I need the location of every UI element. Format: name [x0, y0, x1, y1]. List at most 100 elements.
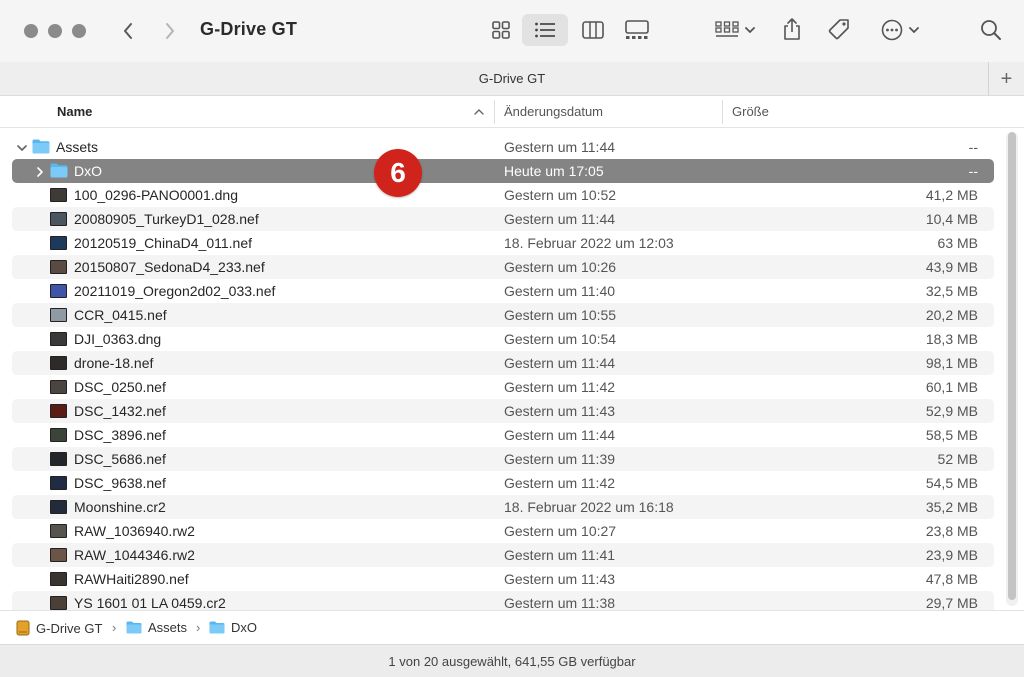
scrollbar-thumb[interactable]: [1008, 132, 1016, 600]
folder-icon: [209, 621, 225, 634]
column-divider[interactable]: [722, 100, 723, 124]
path-bar: G-Drive GT › Assets › DxO: [0, 610, 1024, 644]
file-size: 43,9 MB: [925, 259, 978, 275]
back-button[interactable]: [116, 18, 140, 44]
file-row[interactable]: DSC_5686.nef Gestern um 11:39 52 MB: [12, 447, 994, 471]
list-view-button[interactable]: [522, 14, 568, 46]
disclosure-collapsed-icon[interactable]: [34, 165, 46, 177]
chevron-down-icon: [909, 27, 919, 34]
search-button[interactable]: [974, 14, 1008, 46]
file-row[interactable]: drone-18.nef Gestern um 11:44 98,1 MB: [12, 351, 994, 375]
file-size: 54,5 MB: [925, 475, 978, 491]
icon-view-button[interactable]: [484, 14, 518, 46]
file-row[interactable]: 20211019_Oregon2d02_033.nef Gestern um 11…: [12, 279, 994, 303]
file-row[interactable]: DSC_3896.nef Gestern um 11:44 58,5 MB: [12, 423, 994, 447]
file-date: Gestern um 11:39: [504, 451, 616, 467]
new-tab-button[interactable]: +: [988, 62, 1024, 96]
column-view-button[interactable]: [576, 14, 610, 46]
file-name: 100_0296-PANO0001.dng: [74, 187, 238, 203]
file-row[interactable]: DSC_9638.nef Gestern um 11:42 54,5 MB: [12, 471, 994, 495]
file-size: 98,1 MB: [925, 355, 978, 371]
group-by-button[interactable]: [710, 14, 760, 46]
file-name: drone-18.nef: [74, 355, 154, 371]
file-name: DxO: [74, 163, 102, 179]
path-separator: ›: [112, 620, 117, 635]
vertical-scrollbar[interactable]: [1006, 132, 1018, 606]
file-date: 18. Februar 2022 um 12:03: [504, 235, 674, 251]
column-divider[interactable]: [494, 100, 495, 124]
file-size: 58,5 MB: [925, 427, 978, 443]
image-thumbnail-icon: [50, 476, 67, 490]
file-date: Gestern um 11:41: [504, 547, 616, 563]
close-window-button[interactable]: [24, 24, 38, 38]
file-name: DSC_5686.nef: [74, 451, 166, 467]
image-thumbnail-icon: [50, 380, 67, 394]
file-name: DJI_0363.dng: [74, 331, 162, 347]
file-date: Gestern um 11:44: [504, 139, 616, 155]
file-row[interactable]: RAWHaiti2890.nef Gestern um 11:43 47,8 MB: [12, 567, 994, 591]
forward-button[interactable]: [158, 18, 182, 44]
column-date-header[interactable]: Änderungsdatum: [504, 104, 603, 119]
file-row[interactable]: YS 1601 01 LA 0459.cr2 Gestern um 11:38 29…: [12, 591, 994, 610]
share-button[interactable]: [776, 12, 808, 46]
finder-window: G-Drive GT G-Drive GT + Name Änderungsda…: [0, 0, 1024, 677]
file-size: 23,8 MB: [925, 523, 978, 539]
file-name: 20150807_SedonaD4_233.nef: [74, 259, 265, 275]
file-row[interactable]: 20080905_TurkeyD1_028.nef Gestern um 11:4…: [12, 207, 994, 231]
column-name-header[interactable]: Name: [57, 104, 92, 119]
image-thumbnail-icon: [50, 428, 67, 442]
folder-row[interactable]: Assets Gestern um 11:44 --: [12, 135, 994, 159]
image-thumbnail-icon: [50, 524, 67, 538]
file-name: Assets: [56, 139, 99, 155]
file-row[interactable]: DJI_0363.dng Gestern um 10:54 18,3 MB: [12, 327, 994, 351]
image-thumbnail-icon: [50, 548, 67, 562]
image-thumbnail-icon: [50, 236, 67, 250]
column-size-header[interactable]: Größe: [732, 104, 769, 119]
zoom-window-button[interactable]: [72, 24, 86, 38]
path-item-g-drive-gt[interactable]: G-Drive GT: [16, 620, 102, 636]
file-date: Gestern um 11:38: [504, 595, 616, 610]
file-date: Gestern um 10:26: [504, 259, 617, 275]
share-icon: [784, 18, 800, 40]
file-row[interactable]: CCR_0415.nef Gestern um 10:55 20,2 MB: [12, 303, 994, 327]
tag-button[interactable]: [822, 14, 856, 46]
image-thumbnail-icon: [50, 356, 67, 370]
folder-icon: [50, 163, 68, 178]
annotation-badge: 6: [374, 149, 422, 197]
search-icon: [981, 20, 1001, 40]
file-date: Gestern um 11:40: [504, 283, 616, 299]
image-thumbnail-icon: [50, 188, 67, 202]
column-header: Name Änderungsdatum Größe: [0, 96, 1024, 128]
disclosure-expanded-icon[interactable]: [16, 141, 28, 153]
file-row[interactable]: DSC_1432.nef Gestern um 11:43 52,9 MB: [12, 399, 994, 423]
window-title: G-Drive GT: [200, 19, 298, 39]
file-row[interactable]: DSC_0250.nef Gestern um 11:42 60,1 MB: [12, 375, 994, 399]
tab-bar: G-Drive GT +: [0, 62, 1024, 96]
file-row[interactable]: RAW_1044346.rw2 Gestern um 11:41 23,9 MB: [12, 543, 994, 567]
file-date: Gestern um 11:42: [504, 475, 616, 491]
file-row[interactable]: 20150807_SedonaD4_233.nef Gestern um 10:2…: [12, 255, 994, 279]
path-item-assets[interactable]: Assets: [126, 620, 187, 635]
path-item-dxo[interactable]: DxO: [209, 620, 257, 635]
file-row[interactable]: 100_0296-PANO0001.dng Gestern um 10:52 41,…: [12, 183, 994, 207]
file-size: 23,9 MB: [925, 547, 978, 563]
image-thumbnail-icon: [50, 308, 67, 322]
folder-row[interactable]: DxO Heute um 17:05 --: [12, 159, 994, 183]
file-name: YS 1601 01 LA 0459.cr2: [74, 595, 226, 610]
file-name: DSC_1432.nef: [74, 403, 166, 419]
gallery-view-button[interactable]: [620, 14, 654, 46]
file-name: DSC_9638.nef: [74, 475, 166, 491]
file-size: 60,1 MB: [925, 379, 978, 395]
file-row[interactable]: 20120519_ChinaD4_011.nef 18. Februar 2022…: [12, 231, 994, 255]
file-row[interactable]: RAW_1036940.rw2 Gestern um 10:27 23,8 MB: [12, 519, 994, 543]
minimize-window-button[interactable]: [48, 24, 62, 38]
tab-g-drive-gt[interactable]: G-Drive GT: [0, 71, 1024, 86]
image-thumbnail-icon: [50, 452, 67, 466]
path-label: Assets: [148, 620, 188, 635]
file-size: --: [968, 139, 978, 155]
file-size: 52 MB: [937, 451, 978, 467]
status-text: 1 von 20 ausgewählt, 641,55 GB verfügbar: [388, 654, 636, 669]
more-actions-button[interactable]: [876, 14, 924, 46]
file-name: RAWHaiti2890.nef: [74, 571, 189, 587]
file-row[interactable]: Moonshine.cr2 18. Februar 2022 um 16:18 35…: [12, 495, 994, 519]
